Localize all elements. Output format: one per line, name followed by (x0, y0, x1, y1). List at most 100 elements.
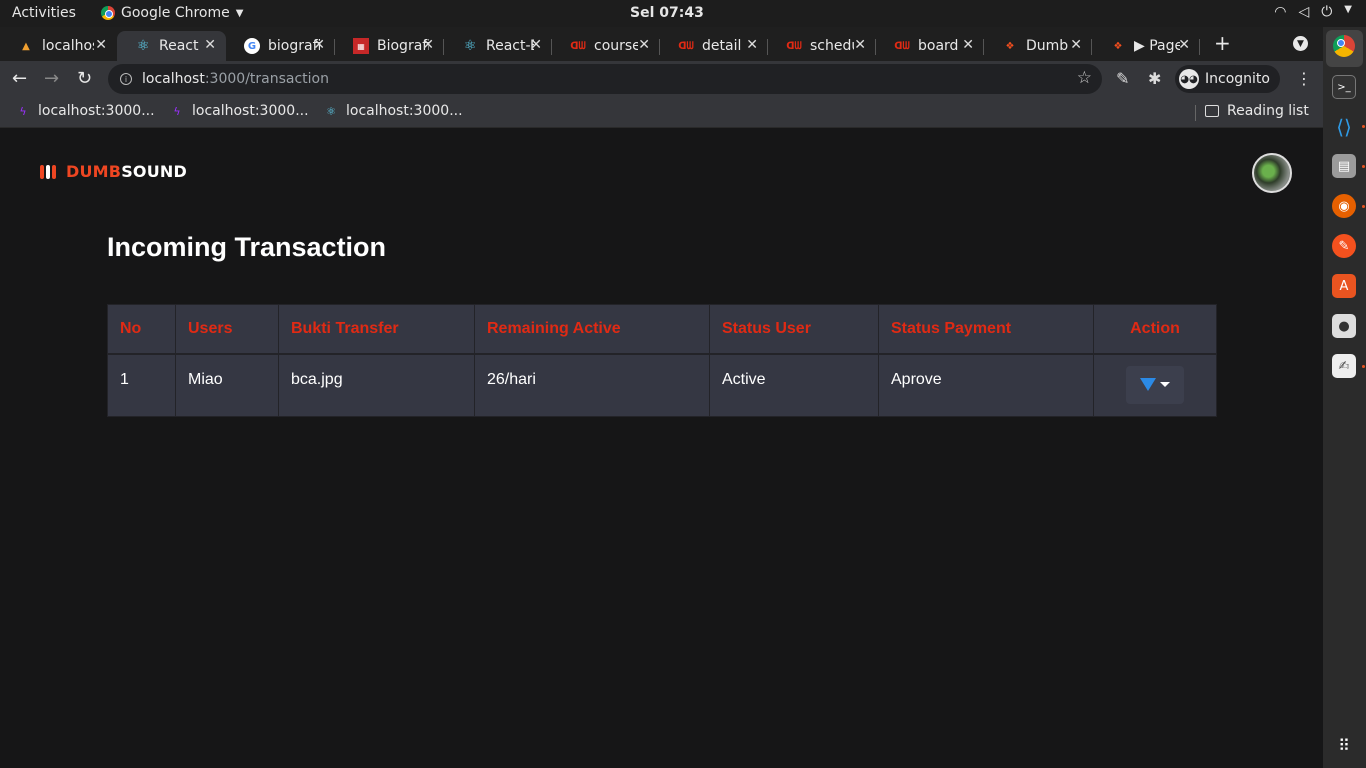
clock[interactable]: Sel 07:43 (630, 5, 704, 21)
dock-postman[interactable]: ✎ (1332, 234, 1356, 258)
close-icon[interactable]: ✕ (422, 37, 434, 53)
vite-icon: ▲ (22, 40, 30, 52)
system-top-bar: Activities Google Chrome ▼ Sel 07:43 ◠ ◁… (0, 0, 1366, 27)
menu-dots-icon[interactable]: ⋮ (1296, 69, 1312, 88)
dock-software[interactable]: A (1332, 274, 1356, 298)
tab-2-active[interactable]: ⚛ React App ✕ (117, 31, 226, 61)
action-dropdown-button[interactable] (1126, 365, 1184, 404)
react-icon: ⚛ (463, 38, 477, 54)
tab-strip: ▲ localhost ✕ ⚛ React App ✕ G biografi ✕… (0, 27, 1323, 61)
star-icon[interactable]: ☆ (1077, 68, 1092, 88)
reading-list-icon (1205, 105, 1219, 117)
cell-no: 1 (107, 353, 176, 417)
firefox-icon: ◉ (1338, 198, 1350, 214)
close-icon[interactable]: ✕ (638, 37, 650, 53)
tab-9[interactable]: ᗡᗯ board ✕ (876, 31, 984, 61)
reload-icon: ↻ (77, 68, 93, 89)
tab-3[interactable]: G biografi ✕ (226, 31, 335, 61)
running-indicator (1362, 125, 1365, 128)
close-icon[interactable]: ✕ (1070, 37, 1082, 53)
tab-title: biografi (268, 38, 320, 54)
close-icon[interactable]: ✕ (313, 37, 325, 53)
app-name: Google Chrome (121, 5, 230, 21)
dock-terminal[interactable]: >_ (1332, 75, 1356, 99)
tab-search-button[interactable]: ▼ (1293, 36, 1308, 51)
close-icon[interactable]: ✕ (962, 37, 974, 53)
puzzle-icon[interactable]: ✱ (1148, 69, 1161, 88)
close-icon[interactable]: ✕ (854, 37, 866, 53)
back-button[interactable]: ← (12, 68, 27, 89)
column-header-bukti-transfer: Bukti Transfer (278, 304, 475, 355)
chrome-icon (1333, 35, 1355, 57)
power-icon: ⏻ (1321, 4, 1333, 20)
show-apps-button[interactable]: ⠿ (1332, 733, 1356, 757)
profile-label: Incognito (1205, 71, 1270, 87)
incognito-icon: ◕◕ (1179, 69, 1199, 89)
tab-4[interactable]: ▦ Biografi ✕ (335, 31, 444, 61)
bookmark-3[interactable]: ⚛ localhost:3000... (324, 103, 462, 119)
info-icon[interactable]: i (120, 73, 132, 85)
app-menu[interactable]: Google Chrome ▼ (101, 5, 243, 21)
close-icon[interactable]: ✕ (746, 37, 758, 53)
divider (1195, 105, 1196, 121)
figma-icon: ❖ (1005, 40, 1015, 52)
reading-list-button[interactable]: Reading list (1195, 103, 1309, 121)
dumbways-icon: ᗡᗯ (894, 40, 910, 52)
arrow-left-icon: ← (12, 68, 28, 89)
volume-icon: ◁ (1298, 4, 1310, 20)
bookmarks-bar: ϟ localhost:3000... ϟ localhost:3000... … (0, 97, 1323, 128)
close-icon[interactable]: ✕ (95, 37, 107, 53)
close-icon[interactable]: ✕ (530, 37, 542, 53)
activities-button[interactable]: Activities (12, 5, 76, 21)
dock-firefox[interactable]: ◉ (1332, 194, 1356, 218)
tab-title: ▶ Page (1134, 38, 1180, 54)
cell-status-payment: Aprove (878, 353, 1094, 417)
dock-text-editor[interactable]: ✍ (1332, 354, 1356, 378)
eyedropper-icon[interactable]: ✎ (1116, 69, 1129, 88)
dumbways-icon: ᗡᗯ (786, 40, 802, 52)
chevron-down-icon: ▼ (1344, 4, 1352, 15)
address-bar[interactable]: i localhost:3000/transaction ☆ (108, 64, 1102, 94)
avatar[interactable] (1252, 153, 1292, 193)
tab-8[interactable]: ᗡᗯ schedule ✕ (768, 31, 876, 61)
system-tray[interactable]: ◠ ◁ ⏻ ▼ (1274, 4, 1352, 20)
bookmark-1[interactable]: ϟ localhost:3000... (16, 103, 154, 119)
dock-files[interactable]: ▤ (1332, 154, 1356, 178)
text-editor-icon: ✍ (1338, 358, 1350, 374)
forward-button[interactable]: → (44, 68, 59, 89)
software-center-icon: A (1339, 278, 1349, 294)
browser-toolbar: ← → ↻ i localhost:3000/transaction ☆ ✎ ✱… (0, 61, 1323, 97)
cell-user: Miao (175, 353, 279, 417)
incognito-profile-button[interactable]: ◕◕ Incognito (1175, 65, 1280, 93)
vscode-icon: ⟨⟩ (1336, 115, 1352, 139)
transaction-table: No Users Bukti Transfer Remaining Active… (107, 304, 1217, 417)
dumbways-icon: ᗡᗯ (570, 40, 586, 52)
url-path: :3000/transaction (204, 71, 329, 87)
column-header-no: No (107, 304, 176, 355)
dock-chrome[interactable] (1332, 34, 1356, 58)
tab-11[interactable]: ❖ ▶ Page ✕ (1092, 31, 1200, 61)
new-tab-button[interactable]: + (1214, 31, 1231, 55)
url-host: localhost (142, 71, 205, 87)
tab-title: schedule (810, 38, 854, 54)
running-indicator (1362, 165, 1365, 168)
close-icon[interactable]: ✕ (204, 37, 216, 53)
tab-7[interactable]: ᗡᗯ detail ✕ (660, 31, 768, 61)
tab-10[interactable]: ❖ Dumb ✕ (984, 31, 1092, 61)
brand-logo[interactable]: DUMB SOUND (40, 162, 187, 181)
dumbways-icon: ᗡᗯ (678, 40, 694, 52)
dock-screenshot[interactable]: ● (1332, 314, 1356, 338)
tab-5[interactable]: ⚛ React-Bootstrap ✕ (444, 31, 552, 61)
tab-title: course (594, 38, 638, 54)
tab-title: React-Bootstrap (486, 38, 534, 54)
cell-remaining-active: 26/hari (474, 353, 710, 417)
bookmark-label: localhost:3000... (192, 103, 309, 119)
tab-6[interactable]: ᗡᗯ course ✕ (552, 31, 660, 61)
reload-button[interactable]: ↻ (77, 68, 92, 89)
brand-text-dumb: DUMB (66, 162, 122, 181)
close-icon[interactable]: ✕ (1178, 37, 1190, 53)
tab-1[interactable]: ▲ localhost ✕ (0, 31, 117, 61)
cell-action (1093, 353, 1217, 417)
bookmark-2[interactable]: ϟ localhost:3000... (170, 103, 309, 119)
dock-vscode[interactable]: ⟨⟩ (1332, 115, 1356, 139)
